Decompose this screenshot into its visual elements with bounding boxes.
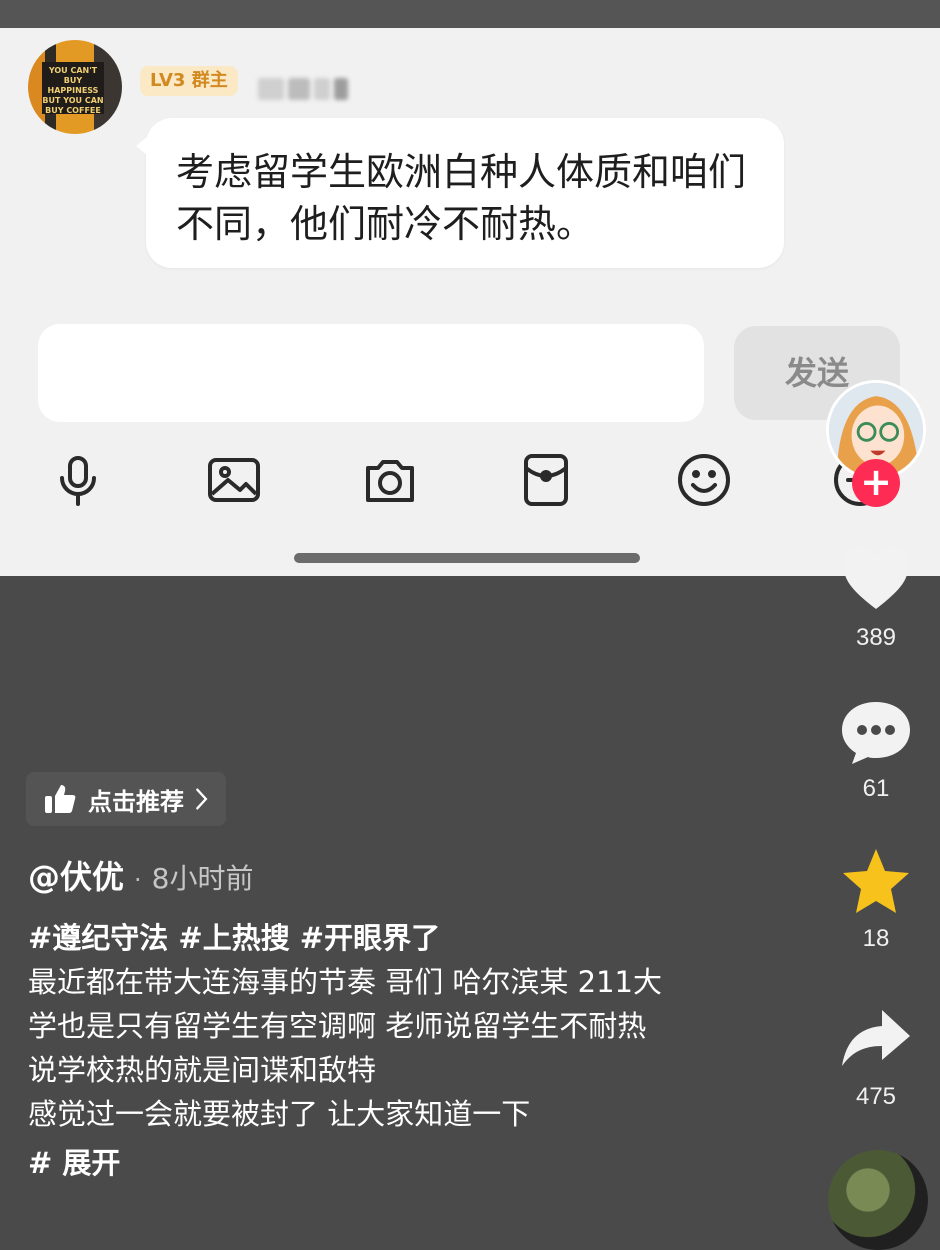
description-line: 最近都在带大连海事的节奏 哥们 哈尔滨某 211大 <box>28 965 663 999</box>
home-indicator <box>294 553 640 563</box>
separator-dot: · <box>134 866 142 894</box>
author-row: @伏优 · 8小时前 <box>28 852 253 898</box>
avatar-sign: YOU CAN'T BUY HAPPINESS BUT YOU CAN BUY … <box>42 62 104 115</box>
favorite-count: 18 <box>862 925 890 952</box>
comment-count: 61 <box>862 775 890 802</box>
description-line: 学也是只有留学生有空调啊 老师说留学生不耐热 <box>28 1009 647 1043</box>
share-count: 475 <box>855 1083 897 1110</box>
comment-action[interactable]: 61 <box>828 696 924 804</box>
music-disc-icon[interactable] <box>828 1150 928 1250</box>
share-action[interactable]: 475 <box>828 1004 924 1112</box>
expand-link[interactable]: # 展开 <box>28 1140 120 1182</box>
favorite-action[interactable]: 18 <box>828 846 924 954</box>
microphone-icon[interactable] <box>50 452 106 508</box>
group-owner-badge: LV3 群主 <box>140 66 238 96</box>
recommend-label: 点击推荐 <box>88 787 184 816</box>
blurred-username <box>258 74 354 104</box>
hashtags[interactable]: #遵纪守法 #上热搜 #开眼界了 <box>28 916 788 960</box>
thumbs-up-icon <box>45 785 76 813</box>
post-description: #遵纪守法 #上热搜 #开眼界了 最近都在带大连海事的节奏 哥们 哈尔滨某 21… <box>28 916 788 1136</box>
emoji-icon[interactable] <box>676 452 732 508</box>
description-line: 说学校热的就是间谍和敌特 <box>28 1053 377 1087</box>
author-name[interactable]: @伏优 <box>28 852 124 898</box>
chevron-right-icon <box>196 788 208 810</box>
share-icon <box>842 1010 910 1066</box>
message-bubble: 考虑留学生欧洲白种人体质和咱们不同，他们耐冷不耐热。 <box>136 118 784 268</box>
red-packet-icon[interactable] <box>518 452 574 508</box>
follow-plus-button[interactable]: + <box>852 459 900 507</box>
sender-avatar[interactable]: YOU CAN'T BUY HAPPINESS BUT YOU CAN BUY … <box>28 40 122 134</box>
top-strip <box>0 0 940 28</box>
comment-icon <box>842 702 910 764</box>
chat-screenshot: YOU CAN'T BUY HAPPINESS BUT YOU CAN BUY … <box>0 28 940 576</box>
message-input[interactable] <box>38 324 704 422</box>
recommend-button[interactable]: 点击推荐 <box>26 772 226 826</box>
star-icon <box>843 849 909 913</box>
like-action[interactable]: 389 <box>828 545 924 653</box>
description-line: 感觉过一会就要被封了 让大家知道一下 <box>28 1097 531 1131</box>
post-time: 8小时前 <box>151 862 254 895</box>
message-text: 考虑留学生欧洲白种人体质和咱们不同，他们耐冷不耐热。 <box>176 150 747 246</box>
heart-icon <box>843 546 909 609</box>
like-count: 389 <box>855 624 897 651</box>
image-icon[interactable] <box>206 452 262 508</box>
camera-icon[interactable] <box>362 452 418 508</box>
